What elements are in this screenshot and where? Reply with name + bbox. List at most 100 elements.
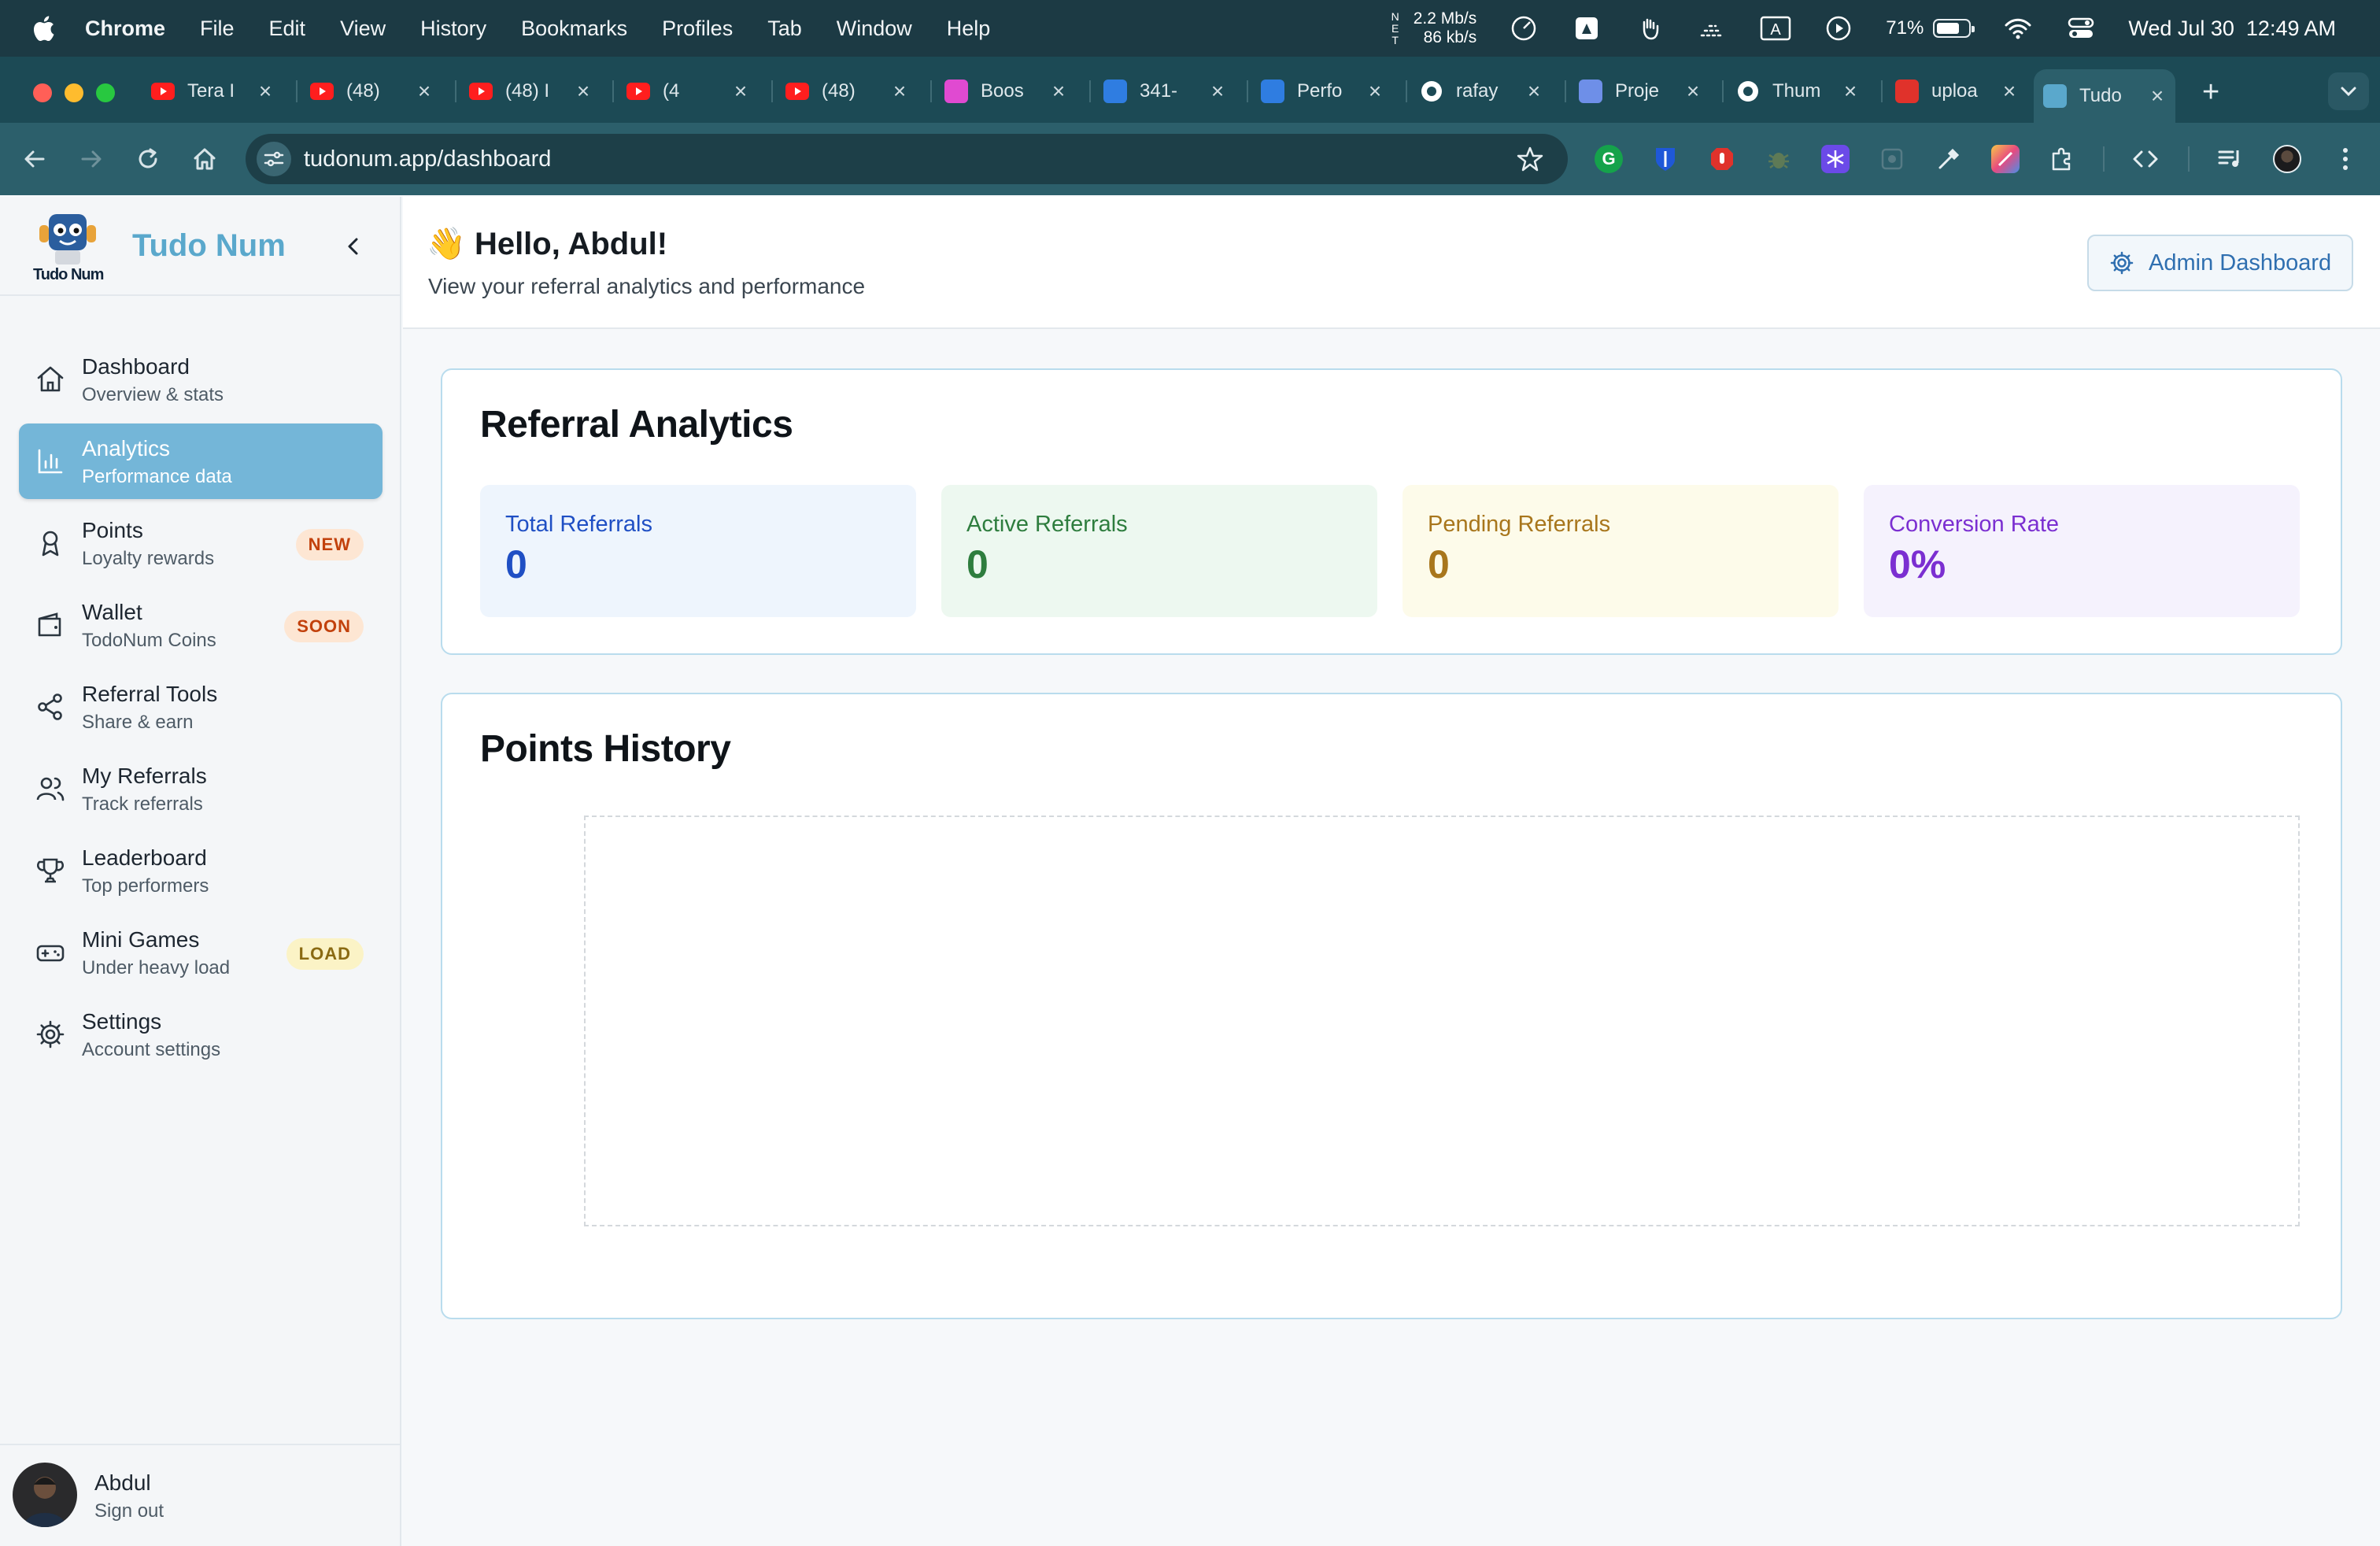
- bug-extension-icon[interactable]: [1765, 145, 1793, 173]
- wifi-icon[interactable]: [2002, 13, 2034, 44]
- close-tab-icon[interactable]: ×: [1522, 79, 1546, 104]
- browser-tab[interactable]: (4 ×: [626, 69, 752, 113]
- address-bar[interactable]: tudonum.app/dashboard: [246, 134, 1568, 184]
- bookmark-star-icon[interactable]: [1516, 145, 1544, 173]
- menu-bar-clock[interactable]: Wed Jul 30 12:49 AM: [2128, 17, 2336, 41]
- url-text[interactable]: tudonum.app/dashboard: [304, 146, 551, 172]
- play-circle-icon[interactable]: [1823, 13, 1854, 44]
- browser-tab[interactable]: Perfo ×: [1261, 69, 1387, 113]
- close-tab-icon[interactable]: ×: [412, 79, 436, 104]
- menu-file[interactable]: File: [200, 17, 235, 41]
- sidebar-item-points[interactable]: Points Loyalty rewards NEW: [19, 505, 382, 581]
- sidebar-item-label: Mini Games: [82, 927, 200, 952]
- home-icon: [35, 364, 66, 395]
- browser-tab[interactable]: rafay ×: [1420, 69, 1546, 113]
- site-info-icon[interactable]: [257, 142, 291, 176]
- battery-status[interactable]: 71%: [1886, 17, 1975, 39]
- close-tab-icon[interactable]: ×: [253, 79, 277, 104]
- menu-window[interactable]: Window: [837, 17, 912, 41]
- close-tab-icon[interactable]: ×: [1998, 79, 2021, 104]
- close-tab-icon[interactable]: ×: [888, 79, 911, 104]
- tab-title: (48): [822, 80, 856, 102]
- browser-tab[interactable]: Tudo ×: [2034, 69, 2175, 123]
- speedometer-icon[interactable]: [1508, 13, 1539, 44]
- sidebar-item-leaderboard[interactable]: Leaderboard Top performers: [19, 833, 382, 908]
- sidebar-item-my-referrals[interactable]: My Referrals Track referrals: [19, 751, 382, 827]
- wave-emoji-icon: 👋: [427, 226, 466, 262]
- back-button[interactable]: [16, 140, 54, 178]
- code-view-icon[interactable]: [2131, 145, 2160, 173]
- sidebar-item-settings[interactable]: Settings Account settings: [19, 997, 382, 1072]
- tab-search-button[interactable]: [2328, 72, 2369, 110]
- browser-tab[interactable]: Boos ×: [944, 69, 1070, 113]
- new-tab-button[interactable]: +: [2202, 76, 2219, 109]
- forward-button[interactable]: [72, 140, 110, 178]
- menu-tab[interactable]: Tab: [767, 17, 802, 41]
- close-tab-icon[interactable]: ×: [1681, 79, 1705, 104]
- stop-hand-extension-icon[interactable]: [1708, 145, 1736, 173]
- menu-help[interactable]: Help: [947, 17, 991, 41]
- close-tab-icon[interactable]: ×: [1206, 79, 1229, 104]
- stat-label: Total Referrals: [505, 512, 652, 537]
- menu-bar-tray: NET 2.2 Mb/s 86 kb/s A 71% Wed Jul 30 12…: [1391, 0, 2336, 57]
- close-tab-icon[interactable]: ×: [1363, 79, 1387, 104]
- chrome-menu-icon[interactable]: [2331, 145, 2360, 173]
- stat-value: 0: [966, 542, 989, 586]
- tudo-num-logo[interactable]: Tudo Num: [28, 209, 113, 285]
- close-tab-icon[interactable]: ×: [1047, 79, 1070, 104]
- browser-tab[interactable]: Proje ×: [1579, 69, 1705, 113]
- profile-avatar-icon[interactable]: [2273, 145, 2301, 173]
- network-monitor[interactable]: NET 2.2 Mb/s 86 kb/s: [1391, 9, 1477, 47]
- admin-dashboard-button[interactable]: Admin Dashboard: [2087, 235, 2353, 291]
- close-tab-icon[interactable]: ×: [2145, 83, 2169, 109]
- snowflake-extension-icon[interactable]: [1821, 145, 1850, 173]
- status-badge: NEW: [295, 529, 364, 560]
- sidebar-item-wallet[interactable]: Wallet TodoNum Coins SOON: [19, 587, 382, 663]
- sidebar-item-analytics[interactable]: Analytics Performance data: [19, 423, 382, 499]
- menu-app-name[interactable]: Chrome: [85, 17, 165, 41]
- menu-bookmarks[interactable]: Bookmarks: [521, 17, 627, 41]
- home-icon: [194, 148, 216, 170]
- browser-tab[interactable]: Thum ×: [1736, 69, 1862, 113]
- sidebar-item-subtitle: Overview & stats: [82, 384, 224, 405]
- menu-view[interactable]: View: [340, 17, 386, 41]
- hand-gesture-icon[interactable]: [1634, 13, 1665, 44]
- control-center-icon[interactable]: [2065, 13, 2097, 44]
- browser-tab[interactable]: (48) ×: [785, 69, 911, 113]
- screen-capture-extension-icon[interactable]: [1878, 145, 1906, 173]
- sidebar-item-referral-tools[interactable]: Referral Tools Share & earn: [19, 669, 382, 745]
- tab-title: (4: [663, 80, 680, 102]
- sidebar-item-dashboard[interactable]: Dashboard Overview & stats: [19, 342, 382, 417]
- extensions-puzzle-icon[interactable]: [2048, 145, 2076, 173]
- browser-tab[interactable]: (48) I ×: [469, 69, 595, 113]
- menu-profiles[interactable]: Profiles: [662, 17, 733, 41]
- close-tab-icon[interactable]: ×: [1839, 79, 1862, 104]
- window-minimize-button[interactable]: [65, 83, 83, 102]
- sign-out-link[interactable]: Sign out: [94, 1500, 164, 1522]
- color-picker-extension-icon[interactable]: [1935, 145, 1963, 173]
- drive-icon[interactable]: [1571, 13, 1602, 44]
- bitwarden-extension-icon[interactable]: [1651, 145, 1680, 173]
- browser-tab[interactable]: 341- ×: [1103, 69, 1229, 113]
- browser-tab[interactable]: Tera I ×: [151, 69, 277, 113]
- sidebar-item-mini-games[interactable]: Mini Games Under heavy load LOAD: [19, 915, 382, 990]
- home-button[interactable]: [186, 140, 224, 178]
- browser-tab[interactable]: (48) ×: [310, 69, 436, 113]
- browser-tab[interactable]: uploa ×: [1895, 69, 2021, 113]
- collapse-sidebar-button[interactable]: [340, 233, 367, 260]
- window-close-button[interactable]: [33, 83, 52, 102]
- input-source-icon[interactable]: A: [1760, 13, 1791, 44]
- close-tab-icon[interactable]: ×: [729, 79, 752, 104]
- pending-referrals-stat: Pending Referrals 0: [1402, 485, 1839, 617]
- reload-button[interactable]: [129, 140, 167, 178]
- menu-history[interactable]: History: [420, 17, 486, 41]
- menu-edit[interactable]: Edit: [269, 17, 306, 41]
- grammarly-extension-icon[interactable]: G: [1595, 145, 1623, 173]
- user-avatar[interactable]: [13, 1463, 77, 1527]
- media-controls-icon[interactable]: [2216, 145, 2245, 173]
- close-tab-icon[interactable]: ×: [571, 79, 595, 104]
- weather-icon[interactable]: [1697, 13, 1728, 44]
- apple-logo-icon[interactable]: [31, 15, 55, 42]
- window-zoom-button[interactable]: [96, 83, 115, 102]
- design-tool-extension-icon[interactable]: [1991, 145, 2020, 173]
